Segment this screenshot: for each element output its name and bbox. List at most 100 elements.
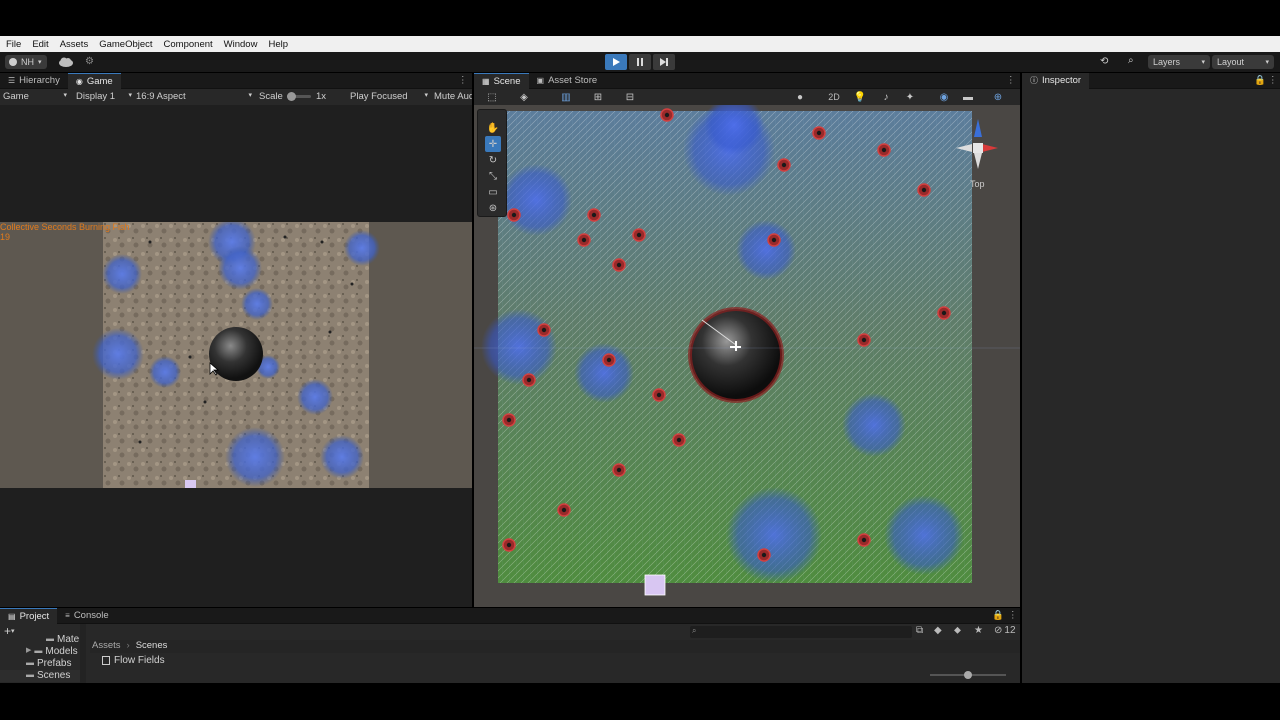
tree-item-scenes[interactable]: ▬ Scenes <box>0 670 80 682</box>
account-dropdown[interactable]: NH ▾ <box>5 55 47 69</box>
more-options-icon[interactable]: ⋮ <box>1006 75 1016 86</box>
menu-edit[interactable]: Edit <box>32 39 48 50</box>
project-search-input[interactable]: ⌕ <box>690 626 912 638</box>
effects-icon[interactable]: ✦ <box>902 89 918 105</box>
toggle-2d-label: 2D <box>828 92 840 102</box>
lighting-toggle-icon[interactable]: 💡 <box>852 89 868 105</box>
step-button[interactable] <box>653 54 675 70</box>
menu-window[interactable]: Window <box>224 39 258 50</box>
lock-icon[interactable]: 🔒 <box>992 610 1004 621</box>
transform-tool-icon[interactable]: ⊛ <box>485 200 501 216</box>
increment-snap-icon[interactable]: ⊟ <box>622 89 638 105</box>
cloud-icon[interactable] <box>55 56 77 68</box>
pause-button[interactable] <box>629 54 651 70</box>
search-icon[interactable]: ⌕ <box>1128 55 1142 67</box>
tab-project[interactable]: ▤ Project <box>0 607 58 624</box>
scale-slider-handle[interactable] <box>287 92 296 101</box>
more-options-icon[interactable]: ⋮ <box>458 75 468 86</box>
filter-type-icon[interactable]: ⧉ <box>916 625 923 636</box>
move-tool-icon[interactable]: ✛ <box>485 136 501 152</box>
layers-label: Layers <box>1153 57 1181 67</box>
tag-icon[interactable]: ⬥ <box>954 625 961 636</box>
game-toolbar: Game ▾ Display 1 ▾ 16:9 Aspect ▾ Scale 1… <box>0 89 472 105</box>
mouse-cursor-icon <box>209 362 219 376</box>
counter-title: Collective Seconds Burning Fish <box>0 222 130 232</box>
fish-marker-center <box>664 112 670 118</box>
history-icon[interactable]: ⟲ <box>1100 56 1114 68</box>
tab-inspector[interactable]: ⓘ Inspector <box>1022 72 1090 89</box>
icon-size-slider-handle[interactable] <box>964 671 972 679</box>
more-options-icon[interactable]: ⋮ <box>1008 610 1018 621</box>
hidden-packages-toggle[interactable]: ⊘ 12 <box>994 625 1016 636</box>
orientation-gizmo[interactable]: Top <box>944 115 1004 195</box>
breadcrumb-scenes[interactable]: Scenes <box>136 640 168 653</box>
scale-tool-icon[interactable]: ⤡ <box>485 168 501 184</box>
menu-component[interactable]: Component <box>164 39 213 50</box>
menu-gameobject[interactable]: GameObject <box>99 39 152 50</box>
folder-tree: ▬ Mate ▶ ▬ Models ▬ Prefabs ▬ Scenes <box>0 634 80 683</box>
camera-icon[interactable]: ▬ <box>960 89 976 105</box>
tab-game[interactable]: ◉ Game <box>67 72 121 89</box>
tab-console[interactable]: ≡ Console <box>57 608 117 624</box>
mute-audio-toggle[interactable]: Mute Audio <box>434 91 472 102</box>
fish-marker-center <box>921 187 927 193</box>
menu-file[interactable]: File <box>6 39 21 50</box>
game-mode-label: Game <box>3 91 29 102</box>
chevron-down-icon: ▾ <box>38 59 42 66</box>
toggle-2d-button[interactable]: 2D <box>824 90 844 104</box>
tree-item-materials[interactable]: ▬ Mate <box>46 634 79 645</box>
grid-snap-icon[interactable]: ▥ <box>558 89 574 105</box>
tab-hierarchy[interactable]: ☰ Hierarchy <box>0 73 68 89</box>
audio-toggle-icon[interactable]: ♪ <box>878 89 894 105</box>
scale-slider[interactable] <box>287 92 311 101</box>
axis-gizmo-icon <box>956 119 998 169</box>
display-dropdown[interactable]: Display 1 ▾ <box>76 91 132 102</box>
tree-item-models[interactable]: ▶ ▬ Models <box>26 646 78 657</box>
lock-icon[interactable]: 🔒 <box>1254 75 1266 86</box>
play-focused-dropdown[interactable]: Play Focused ▾ <box>350 91 428 102</box>
menu-assets[interactable]: Assets <box>60 39 89 50</box>
chevron-down-icon: ▾ <box>128 92 132 99</box>
burning-fish-counter: Collective Seconds Burning Fish 19 <box>0 222 130 242</box>
filter-label-icon[interactable]: ◆ <box>934 625 942 636</box>
scene-view[interactable]: ✋ ✛ ↻ ⤡ ▭ ⊛ Top <box>474 105 1020 607</box>
blue-sphere <box>500 164 572 236</box>
tab-asset-store[interactable]: ▣ Asset Store <box>529 73 606 89</box>
game-viewport[interactable]: Collective Seconds Burning Fish 19 <box>0 222 472 488</box>
fish-marker-center <box>506 417 512 423</box>
fish-marker-center <box>771 237 777 243</box>
blue-sphere <box>726 487 822 583</box>
icon-size-slider[interactable] <box>930 671 1006 679</box>
collab-icon[interactable]: ⚙ <box>85 56 99 68</box>
tree-scrollbar[interactable] <box>80 624 86 683</box>
gizmos-icon[interactable]: ⊕ <box>990 89 1006 105</box>
snap-settings-icon[interactable]: ⊞ <box>590 89 606 105</box>
rotate-tool-icon[interactable]: ↻ <box>485 152 501 168</box>
tree-item-label: Models <box>45 646 78 657</box>
visibility-icon[interactable]: ◉ <box>936 89 952 105</box>
tree-item-prefabs[interactable]: ▬ Prefabs <box>26 658 71 669</box>
folder-icon: ▬ <box>26 658 34 667</box>
favorite-icon[interactable]: ★ <box>974 625 983 636</box>
game-view[interactable]: Collective Seconds Burning Fish 19 <box>0 105 472 607</box>
more-options-icon[interactable]: ⋮ <box>1268 75 1278 86</box>
aspect-dropdown[interactable]: 16:9 Aspect ▾ <box>136 91 252 102</box>
layout-dropdown[interactable]: Layout ▾ <box>1212 55 1274 69</box>
tab-inspector-label: Inspector <box>1042 75 1082 86</box>
chevron-down-icon: ▾ <box>1201 59 1205 66</box>
draw-mode-icon[interactable]: ⬚ <box>484 89 500 105</box>
tab-game-label: Game <box>86 75 113 87</box>
rect-tool-icon[interactable]: ▭ <box>485 184 501 200</box>
play-button[interactable] <box>605 54 627 70</box>
asset-item-flow-fields[interactable]: Flow Fields <box>102 655 165 666</box>
inspector-body <box>1022 89 1280 683</box>
layers-dropdown[interactable]: Layers ▾ <box>1148 55 1210 69</box>
breadcrumb-assets[interactable]: Assets <box>92 640 121 653</box>
game-mode-dropdown[interactable]: Game ▾ <box>3 91 67 102</box>
menu-help[interactable]: Help <box>268 39 288 50</box>
tab-scene[interactable]: ▦ Scene <box>474 72 529 89</box>
shading-mode-icon[interactable]: ◈ <box>516 89 532 105</box>
scene-lighting-icon[interactable]: ● <box>792 89 808 105</box>
tab-asset-store-label: Asset Store <box>548 75 598 86</box>
hand-tool-icon[interactable]: ✋ <box>485 120 501 136</box>
